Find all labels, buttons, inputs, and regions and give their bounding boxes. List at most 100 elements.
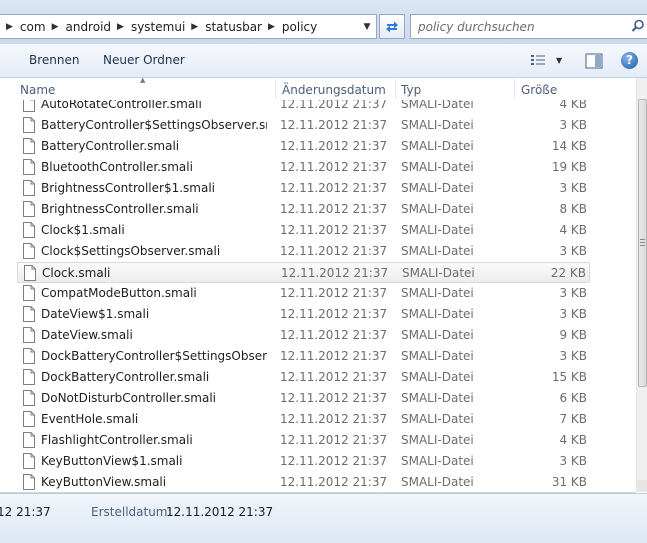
file-icon: [23, 222, 35, 241]
new-folder-button[interactable]: Neuer Ordner: [103, 53, 185, 67]
file-name: DateView.smali: [41, 328, 133, 342]
file-name: KeyButtonView$1.smali: [41, 454, 183, 468]
scrollbar-grip: [640, 239, 645, 240]
file-name: BluetoothController.smali: [41, 160, 193, 174]
chevron-right-icon[interactable]: ▶: [6, 22, 13, 32]
file-date: 12.11.2012 21:37: [280, 412, 388, 426]
file-row[interactable]: DateView.smali 12.11.2012 21:37 SMALI-Date…: [17, 325, 590, 346]
file-row[interactable]: BrightnessController.smali 12.11.2012 21:…: [17, 199, 590, 220]
file-row[interactable]: BatteryController$SettingsObserver.smali…: [17, 115, 590, 136]
chevron-right-icon[interactable]: ▶: [191, 22, 198, 32]
file-type: SMALI-Datei: [401, 349, 474, 363]
burn-button[interactable]: Brennen: [29, 53, 79, 67]
file-date: 12.11.2012 21:37: [280, 202, 388, 216]
breadcrumb-item[interactable]: android: [65, 20, 111, 34]
file-type: SMALI-Datei: [401, 118, 474, 132]
file-size: 3 KB: [559, 118, 587, 132]
file-row[interactable]: EventHole.smali 12.11.2012 21:37 SMALI-Dat…: [17, 409, 590, 430]
file-icon: [24, 265, 36, 284]
refresh-button[interactable]: [379, 14, 405, 39]
file-name: Clock$1.smali: [41, 223, 125, 237]
preview-pane-icon[interactable]: [585, 53, 603, 69]
file-row[interactable]: BatteryController.smali 12.11.2012 21:37 S…: [17, 136, 590, 157]
column-type[interactable]: Typ: [401, 83, 421, 97]
scrollbar-down-area[interactable]: [637, 480, 647, 492]
file-type: SMALI-Datei: [401, 244, 474, 258]
file-row[interactable]: DoNotDisturbController.smali 12.11.2012 2…: [17, 388, 590, 409]
file-size: 4 KB: [559, 433, 587, 447]
file-row[interactable]: DockBatteryController.smali 12.11.2012 21…: [17, 367, 590, 388]
file-icon: [23, 348, 35, 367]
column-divider[interactable]: [395, 79, 396, 99]
file-size: 9 KB: [559, 328, 587, 342]
chevron-right-icon[interactable]: ▶: [52, 22, 59, 32]
file-type: SMALI-Datei: [401, 412, 474, 426]
scrollbar-grip: [640, 245, 645, 246]
file-name: DateView$1.smali: [41, 307, 150, 321]
file-size: 31 KB: [551, 475, 587, 489]
file-type: SMALI-Datei: [402, 266, 475, 280]
file-size: 3 KB: [559, 349, 587, 363]
refresh-icon: [386, 21, 398, 32]
help-icon[interactable]: ?: [621, 52, 638, 69]
file-name: FlashlightController.smali: [41, 433, 193, 447]
file-icon: [23, 432, 35, 451]
column-size[interactable]: Größe: [521, 83, 557, 97]
search-icon[interactable]: [631, 19, 645, 33]
file-icon: [23, 159, 35, 178]
views-icon[interactable]: [530, 54, 548, 66]
file-type: SMALI-Datei: [401, 328, 474, 342]
file-type: SMALI-Datei: [401, 181, 474, 195]
file-row[interactable]: Clock.smali 12.11.2012 21:37 SMALI-Datei 22…: [17, 262, 590, 283]
file-date: 12.11.2012 21:37: [280, 244, 388, 258]
file-date: 12.11.2012 21:37: [280, 118, 388, 132]
chevron-right-icon[interactable]: ▶: [268, 22, 275, 32]
scrollbar-grip: [640, 242, 645, 243]
file-row[interactable]: BluetoothController.smali 12.11.2012 21:3…: [17, 157, 590, 178]
views-dropdown-icon[interactable]: ▼: [556, 56, 562, 65]
breadcrumb-item[interactable]: systemui: [131, 20, 185, 34]
breadcrumb-item[interactable]: policy: [282, 20, 317, 34]
address-dropdown-icon[interactable]: ▼: [358, 15, 376, 38]
file-size: 3 KB: [559, 307, 587, 321]
file-size: 7 KB: [559, 412, 587, 426]
file-row[interactable]: AutoRotateController.smali 12.11.2012 21:…: [17, 100, 590, 115]
created-value: 12.11.2012 21:37: [166, 505, 274, 519]
file-row[interactable]: BrightnessController$1.smali 12.11.2012 2…: [17, 178, 590, 199]
file-row[interactable]: FlashlightController.smali 12.11.2012 21:…: [17, 430, 590, 451]
breadcrumb-item[interactable]: statusbar: [205, 20, 262, 34]
modified-value: 12 21:37: [0, 505, 51, 519]
file-size: 3 KB: [559, 454, 587, 468]
address-bar: ▶ com ▶ android ▶ systemui ▶ statusbar ▶ policy ▼: [0, 0, 647, 44]
breadcrumb-item[interactable]: com: [20, 20, 46, 34]
file-size: 3 KB: [559, 181, 587, 195]
file-name: DockBatteryController$SettingsObserver..…: [41, 349, 267, 363]
vertical-scrollbar[interactable]: [636, 78, 647, 492]
scrollbar-thumb[interactable]: [638, 99, 647, 387]
file-type: SMALI-Datei: [401, 160, 474, 174]
file-row[interactable]: KeyButtonView$1.smali 12.11.2012 21:37 SMA…: [17, 451, 590, 472]
file-icon: [23, 201, 35, 220]
file-row[interactable]: KeyButtonView.smali 12.11.2012 21:37 SMALI…: [17, 472, 590, 492]
file-date: 12.11.2012 21:37: [280, 433, 388, 447]
file-size: 8 KB: [559, 202, 587, 216]
file-icon: [23, 285, 35, 304]
details-pane: 12 21:37 Erstelldatum: 12.11.2012 21:37: [0, 493, 647, 543]
chevron-right-icon[interactable]: ▶: [117, 22, 124, 32]
column-divider[interactable]: [514, 79, 515, 99]
column-date[interactable]: Änderungsdatum: [282, 83, 386, 97]
file-row[interactable]: DateView$1.smali 12.11.2012 21:37 SMALI-Da…: [17, 304, 590, 325]
column-divider[interactable]: [275, 79, 276, 99]
file-row[interactable]: Clock$1.smali 12.11.2012 21:37 SMALI-Datei…: [17, 220, 590, 241]
file-icon: [23, 117, 35, 136]
search-input[interactable]: [411, 18, 625, 35]
file-row[interactable]: Clock$SettingsObserver.smali 12.11.2012 2…: [17, 241, 590, 262]
file-name: BatteryController$SettingsObserver.smali: [41, 118, 267, 132]
file-row[interactable]: CompatModeButton.smali 12.11.2012 21:37 SM…: [17, 283, 590, 304]
file-size: 3 KB: [559, 244, 587, 258]
column-name[interactable]: Name: [20, 83, 55, 97]
file-row[interactable]: DockBatteryController$SettingsObserver..…: [17, 346, 590, 367]
file-list[interactable]: AutoRotateController.smali 12.11.2012 21:…: [0, 100, 636, 492]
breadcrumb[interactable]: ▶ com ▶ android ▶ systemui ▶ statusbar ▶ policy ▼: [0, 14, 377, 39]
file-date: 12.11.2012 21:37: [280, 307, 388, 321]
